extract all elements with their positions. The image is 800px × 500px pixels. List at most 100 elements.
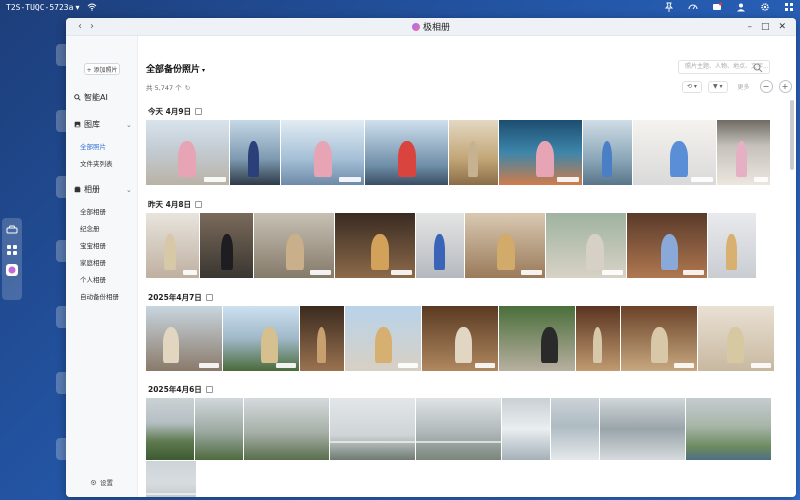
sidebar-item-all-albums[interactable]: 全部相册 (80, 206, 106, 216)
gear-icon[interactable] (760, 2, 770, 12)
photo-thumbnail[interactable] (551, 398, 599, 460)
date-label: 昨天 4月8日 (148, 200, 192, 209)
photo-thumbnail[interactable] (600, 398, 685, 460)
photo-thumbnail[interactable] (422, 306, 498, 371)
pin-icon[interactable] (664, 2, 674, 12)
photo-thumbnail[interactable] (633, 120, 716, 185)
forward-button[interactable]: › (90, 21, 94, 32)
page-title-text: 全部备份照片 (146, 65, 201, 75)
photo-thumbnail[interactable] (499, 306, 575, 371)
sidebar-section-albums[interactable]: 相册 ⌄ (74, 184, 138, 195)
photo-thumbnail[interactable] (686, 398, 771, 460)
apps-grid-icon[interactable] (784, 2, 794, 12)
photo-thumbnail[interactable] (708, 213, 756, 278)
zoom-in-button[interactable]: + (778, 80, 792, 93)
main-content: 全部备份照片 ▾ 共 5,747 个 ↻ 照片主题、人物、地点、文字... ⟲ ▾ … (138, 36, 796, 497)
sidebar-item-personal-album[interactable]: 个人相册 (80, 274, 106, 284)
photo-thumbnail[interactable] (698, 306, 774, 371)
sidebar-item-baby-album[interactable]: 宝宝相册 (80, 240, 106, 250)
photo-thumbnail[interactable] (465, 213, 545, 278)
photo-thumbnail[interactable] (254, 213, 334, 278)
zoom-out-button[interactable]: − (759, 80, 773, 93)
sidebar-item-all-photos[interactable]: 全部照片 (80, 141, 106, 151)
photo-thumbnail[interactable] (717, 120, 770, 185)
select-group-checkbox[interactable] (205, 386, 213, 393)
wifi-icon (88, 3, 97, 11)
select-group-checkbox[interactable] (205, 294, 213, 301)
gallery-icon (74, 121, 81, 128)
sidebar-section-label: 相册 (84, 185, 100, 194)
photo-thumbnail[interactable] (230, 120, 280, 185)
scrollbar[interactable] (790, 100, 794, 170)
sidebar-section-gallery[interactable]: 图库 ⌄ (74, 119, 138, 130)
close-button[interactable]: ✕ (778, 22, 786, 32)
photo-thumbnail[interactable] (416, 398, 501, 460)
photo-row (146, 120, 770, 185)
photo-thumbnail[interactable] (627, 213, 707, 278)
photo-thumbnail[interactable] (146, 398, 194, 460)
minimize-button[interactable]: – (747, 22, 752, 32)
photo-thumbnail[interactable] (576, 306, 620, 371)
app-title-text: 极相册 (422, 23, 451, 33)
photo-thumbnail[interactable] (195, 398, 243, 460)
filter-button[interactable]: ▼ ▾ (707, 80, 728, 93)
page-title[interactable]: 全部备份照片 ▾ (146, 62, 205, 75)
maximize-button[interactable]: □ (761, 22, 770, 32)
title-dropdown-caret[interactable]: ▾ (202, 67, 205, 74)
photo-app-dock-icon[interactable] (6, 264, 18, 276)
photo-thumbnail[interactable] (146, 306, 222, 371)
chevron-down-icon[interactable]: ⌄ (126, 186, 132, 194)
message-icon[interactable] (712, 2, 722, 12)
view-mode-button[interactable]: ⟲ ▾ (682, 80, 702, 93)
sidebar-section-ai[interactable]: 智能AI (74, 92, 108, 103)
sidebar-section-label: 图库 (84, 120, 100, 129)
user-icon[interactable] (736, 2, 746, 12)
add-photos-button[interactable]: + 添加照片 (84, 63, 120, 75)
settings-button[interactable]: 设置 (90, 477, 113, 487)
settings-label: 设置 (100, 479, 113, 487)
drive-icon[interactable] (6, 224, 18, 236)
photo-thumbnail[interactable] (281, 120, 364, 185)
photo-thumbnail[interactable] (223, 306, 299, 371)
window-title: 极相册 (411, 20, 451, 33)
window-title-bar[interactable]: ‹ › 极相册 – □ ✕ (66, 18, 796, 36)
photo-thumbnail[interactable] (345, 306, 421, 371)
sidebar: + 添加照片 智能AI 图库 ⌄ 全部照片 文件夹列表 相册 ⌄ 全部相册 纪念… (66, 36, 138, 497)
apps-icon[interactable] (6, 244, 18, 256)
photo-thumbnail[interactable] (200, 213, 253, 278)
select-group-checkbox[interactable] (195, 108, 203, 115)
photo-thumbnail[interactable] (621, 306, 697, 371)
gauge-icon[interactable] (688, 2, 698, 12)
sidebar-item-folder-list[interactable]: 文件夹列表 (80, 158, 113, 168)
sidebar-item-family-album[interactable]: 家庭相册 (80, 257, 106, 267)
hostname-caret[interactable]: ▾ (75, 3, 79, 12)
date-label: 今天 4月9日 (148, 107, 192, 116)
photo-thumbnail[interactable] (365, 120, 448, 185)
photo-thumbnail[interactable] (146, 461, 196, 497)
photo-thumbnail[interactable] (449, 120, 498, 185)
photo-app-window: ‹ › 极相册 – □ ✕ + 添加照片 智能AI 图库 ⌄ 全部照片 文件夹列… (66, 18, 796, 497)
more-button[interactable]: 更多 (733, 80, 754, 93)
refresh-icon[interactable]: ↻ (185, 84, 190, 92)
sidebar-item-memory-album[interactable]: 纪念册 (80, 223, 100, 233)
date-label: 2025年4月6日 (148, 385, 202, 394)
photo-thumbnail[interactable] (335, 213, 415, 278)
photo-thumbnail[interactable] (502, 398, 550, 460)
photo-thumbnail[interactable] (244, 398, 329, 460)
back-button[interactable]: ‹ (78, 21, 82, 32)
chevron-down-icon[interactable]: ⌄ (126, 121, 132, 129)
sidebar-item-auto-backup-album[interactable]: 自动备份相册 (80, 291, 119, 301)
photo-thumbnail[interactable] (146, 213, 199, 278)
photo-thumbnail[interactable] (583, 120, 632, 185)
photo-thumbnail[interactable] (146, 120, 229, 185)
device-hostname[interactable]: T2S-TUQC-5723a (6, 3, 73, 12)
search-icon[interactable] (753, 63, 763, 73)
ai-search-icon (74, 94, 81, 101)
select-group-checkbox[interactable] (195, 201, 203, 208)
photo-thumbnail[interactable] (330, 398, 415, 460)
photo-thumbnail[interactable] (300, 306, 344, 371)
photo-thumbnail[interactable] (416, 213, 464, 278)
desktop-dock (2, 218, 22, 300)
photo-thumbnail[interactable] (546, 213, 626, 278)
photo-thumbnail[interactable] (499, 120, 582, 185)
